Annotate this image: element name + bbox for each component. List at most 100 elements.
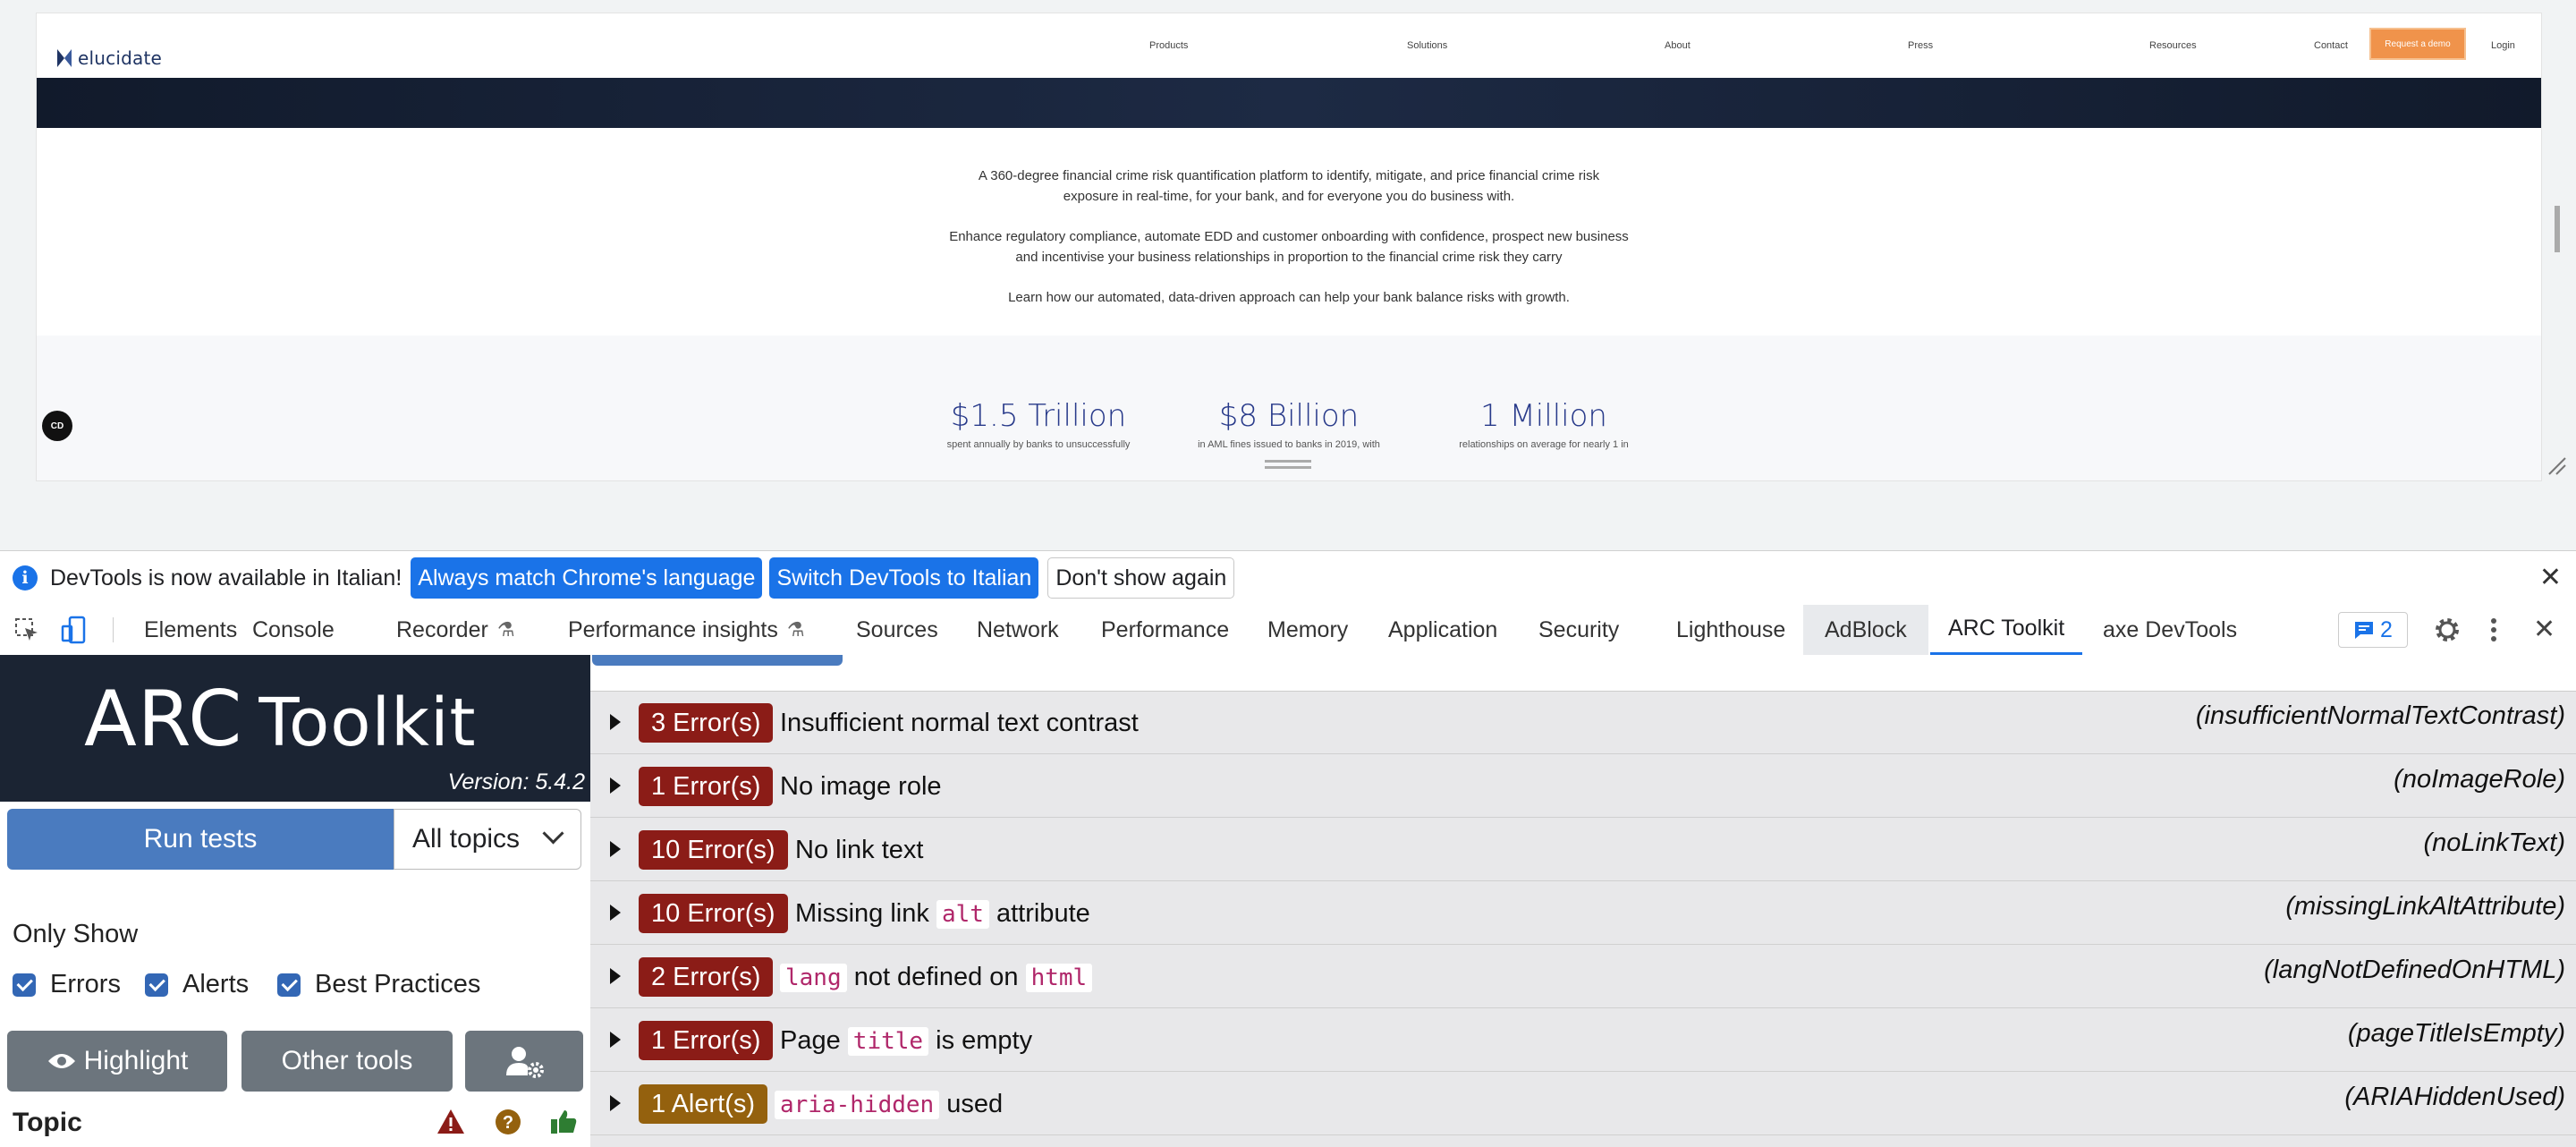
tab-network[interactable]: Network (977, 605, 1059, 655)
result-row[interactable]: 10 Error(s) Missing link alt attribute (m… (590, 881, 2576, 945)
tab-lighthouse[interactable]: Lighthouse (1676, 605, 1785, 655)
result-description: Insufficient normal text contrast (780, 709, 1139, 738)
website: elucidate Products Solutions About Press… (36, 13, 2542, 481)
switch-language-button[interactable]: Switch DevTools to Italian (769, 557, 1039, 599)
result-row[interactable]: 1 Alert(s) aria-hidden used (ARIAHiddenUs… (590, 1072, 2576, 1135)
error-count-badge: 1 Error(s) (639, 1021, 774, 1060)
other-tools-button[interactable]: Other tools (242, 1031, 453, 1092)
result-row[interactable]: 1 Error(s) No image role (noImageRole) (590, 754, 2576, 818)
settings-gear-icon[interactable] (2433, 616, 2462, 644)
nav-resources[interactable]: Resources (2149, 40, 2197, 51)
resize-corner-icon[interactable] (2546, 455, 2567, 476)
nav-contact[interactable]: Contact (2314, 40, 2348, 51)
experimental-flask-icon: ⚗ (496, 618, 515, 641)
inspect-element-icon[interactable] (14, 617, 39, 642)
description-text: Insufficient normal text contrast (780, 709, 1139, 737)
tab-application[interactable]: Application (1388, 605, 1497, 655)
devtools-tabbar: Elements Console Recorder ⚗ Performance i… (0, 605, 2576, 656)
expand-caret-icon[interactable] (610, 714, 621, 730)
topic-select-value: All topics (412, 824, 521, 854)
stat-value: 1 Million (1480, 398, 1607, 434)
more-options-icon[interactable] (2488, 616, 2499, 644)
result-row[interactable]: 2 Error(s) lang not defined on html (lang… (590, 945, 2576, 1008)
site-logo[interactable]: elucidate (56, 47, 162, 69)
viewport-drag-handle[interactable] (1265, 460, 1311, 469)
user-settings-icon (506, 1047, 544, 1078)
rule-id: (missingLinkAltAttribute) (2285, 892, 2565, 921)
result-row[interactable]: 3 Error(s) Insufficient normal text contr… (590, 691, 2576, 754)
description-text: attribute (996, 899, 1090, 928)
thumbs-up-icon[interactable] (549, 1108, 578, 1136)
rule-id: (ARIAHiddenUsed) (2344, 1083, 2565, 1111)
filter-alerts-checkbox[interactable]: Alerts (145, 970, 249, 999)
topic-select[interactable]: All topics (394, 809, 581, 870)
result-description: No link text (795, 836, 923, 865)
eye-icon (47, 1054, 75, 1068)
tab-recorder[interactable]: Recorder ⚗ (396, 605, 515, 655)
tab-adblock[interactable]: AdBlock (1803, 605, 1928, 655)
tab-security[interactable]: Security (1538, 605, 1619, 655)
hero-banner (37, 78, 2541, 128)
filter-errors-checkbox[interactable]: Errors (13, 970, 121, 999)
tab-memory[interactable]: Memory (1267, 605, 1348, 655)
expand-caret-icon[interactable] (610, 968, 621, 984)
logo-text: elucidate (78, 47, 162, 69)
rule-id: (langNotDefinedOnHTML) (2264, 956, 2565, 984)
filter-best-practices-checkbox[interactable]: Best Practices (277, 970, 480, 999)
stat-2: $8 Billion in AML fines issued to banks … (1173, 398, 1405, 450)
page-viewport: elucidate Products Solutions About Press… (0, 0, 2576, 548)
accessibility-widget-icon[interactable]: CD (42, 411, 72, 441)
result-row[interactable]: 10 Error(s) No link text (noLinkText) (590, 818, 2576, 881)
rule-id: (insufficientNormalTextContrast) (2195, 701, 2565, 730)
tab-performance-insights[interactable]: Performance insights ⚗ (568, 605, 805, 655)
description-text: No image role (780, 772, 942, 801)
code-token: alt (936, 900, 989, 929)
info-icon: i (13, 565, 38, 590)
error-count-badge: 10 Error(s) (639, 894, 788, 933)
device-toolbar-icon[interactable] (61, 616, 88, 644)
tab-performance[interactable]: Performance (1101, 605, 1229, 655)
description-text: Missing link (795, 899, 929, 928)
tab-elements[interactable]: Elements (144, 605, 237, 655)
stat-caption: spent annually by banks to unsuccessfull… (946, 439, 1131, 450)
expand-caret-icon[interactable] (610, 905, 621, 921)
chevron-down-icon (542, 822, 564, 845)
nav-solutions[interactable]: Solutions (1407, 40, 1447, 51)
highlight-button[interactable]: Highlight (7, 1031, 227, 1092)
result-description: Page title is empty (780, 1026, 1032, 1056)
tab-axe-devtools[interactable]: axe DevTools (2103, 605, 2237, 655)
code-token: html (1025, 964, 1093, 992)
issues-counter[interactable]: 2 (2338, 612, 2408, 648)
arc-banner: ARC Toolkit Version: 5.4.2 (0, 655, 590, 802)
run-tests-button[interactable]: Run tests (7, 809, 394, 870)
expand-caret-icon[interactable] (610, 777, 621, 794)
nav-products[interactable]: Products (1149, 40, 1188, 51)
nav-about[interactable]: About (1665, 40, 1690, 51)
expand-caret-icon[interactable] (610, 1095, 621, 1111)
close-devtools-icon[interactable]: ✕ (2533, 614, 2555, 645)
expand-caret-icon[interactable] (610, 841, 621, 857)
description-text: used (946, 1090, 1004, 1118)
tab-console[interactable]: Console (252, 605, 335, 655)
rule-id: (noLinkText) (2423, 828, 2565, 857)
close-icon[interactable]: ✕ (2539, 562, 2562, 593)
help-icon[interactable]: ? (494, 1108, 522, 1136)
scrollbar-thumb[interactable] (2555, 206, 2560, 252)
expand-caret-icon[interactable] (610, 1032, 621, 1048)
description-text: not defined on (853, 963, 1019, 991)
tab-sources[interactable]: Sources (856, 605, 938, 655)
description-text: No link text (795, 836, 924, 864)
result-row[interactable]: 1 Error(s) Page title is empty (pageTitle… (590, 1008, 2576, 1072)
nav-login[interactable]: Login (2491, 40, 2515, 51)
user-settings-button[interactable] (465, 1031, 583, 1092)
warning-icon[interactable] (436, 1108, 465, 1136)
tab-arc-toolkit[interactable]: ARC Toolkit (1930, 605, 2083, 655)
nav-press[interactable]: Press (1908, 40, 1933, 51)
error-count-badge: 2 Error(s) (639, 957, 774, 997)
code-token: aria-hidden (775, 1091, 940, 1119)
toolbar-divider (113, 617, 114, 642)
infobar-message: DevTools is now available in Italian! (50, 565, 402, 590)
request-demo-button[interactable]: Request a demo (2369, 28, 2466, 60)
match-language-button[interactable]: Always match Chrome's language (411, 557, 763, 599)
dont-show-again-button[interactable]: Don't show again (1047, 557, 1235, 599)
